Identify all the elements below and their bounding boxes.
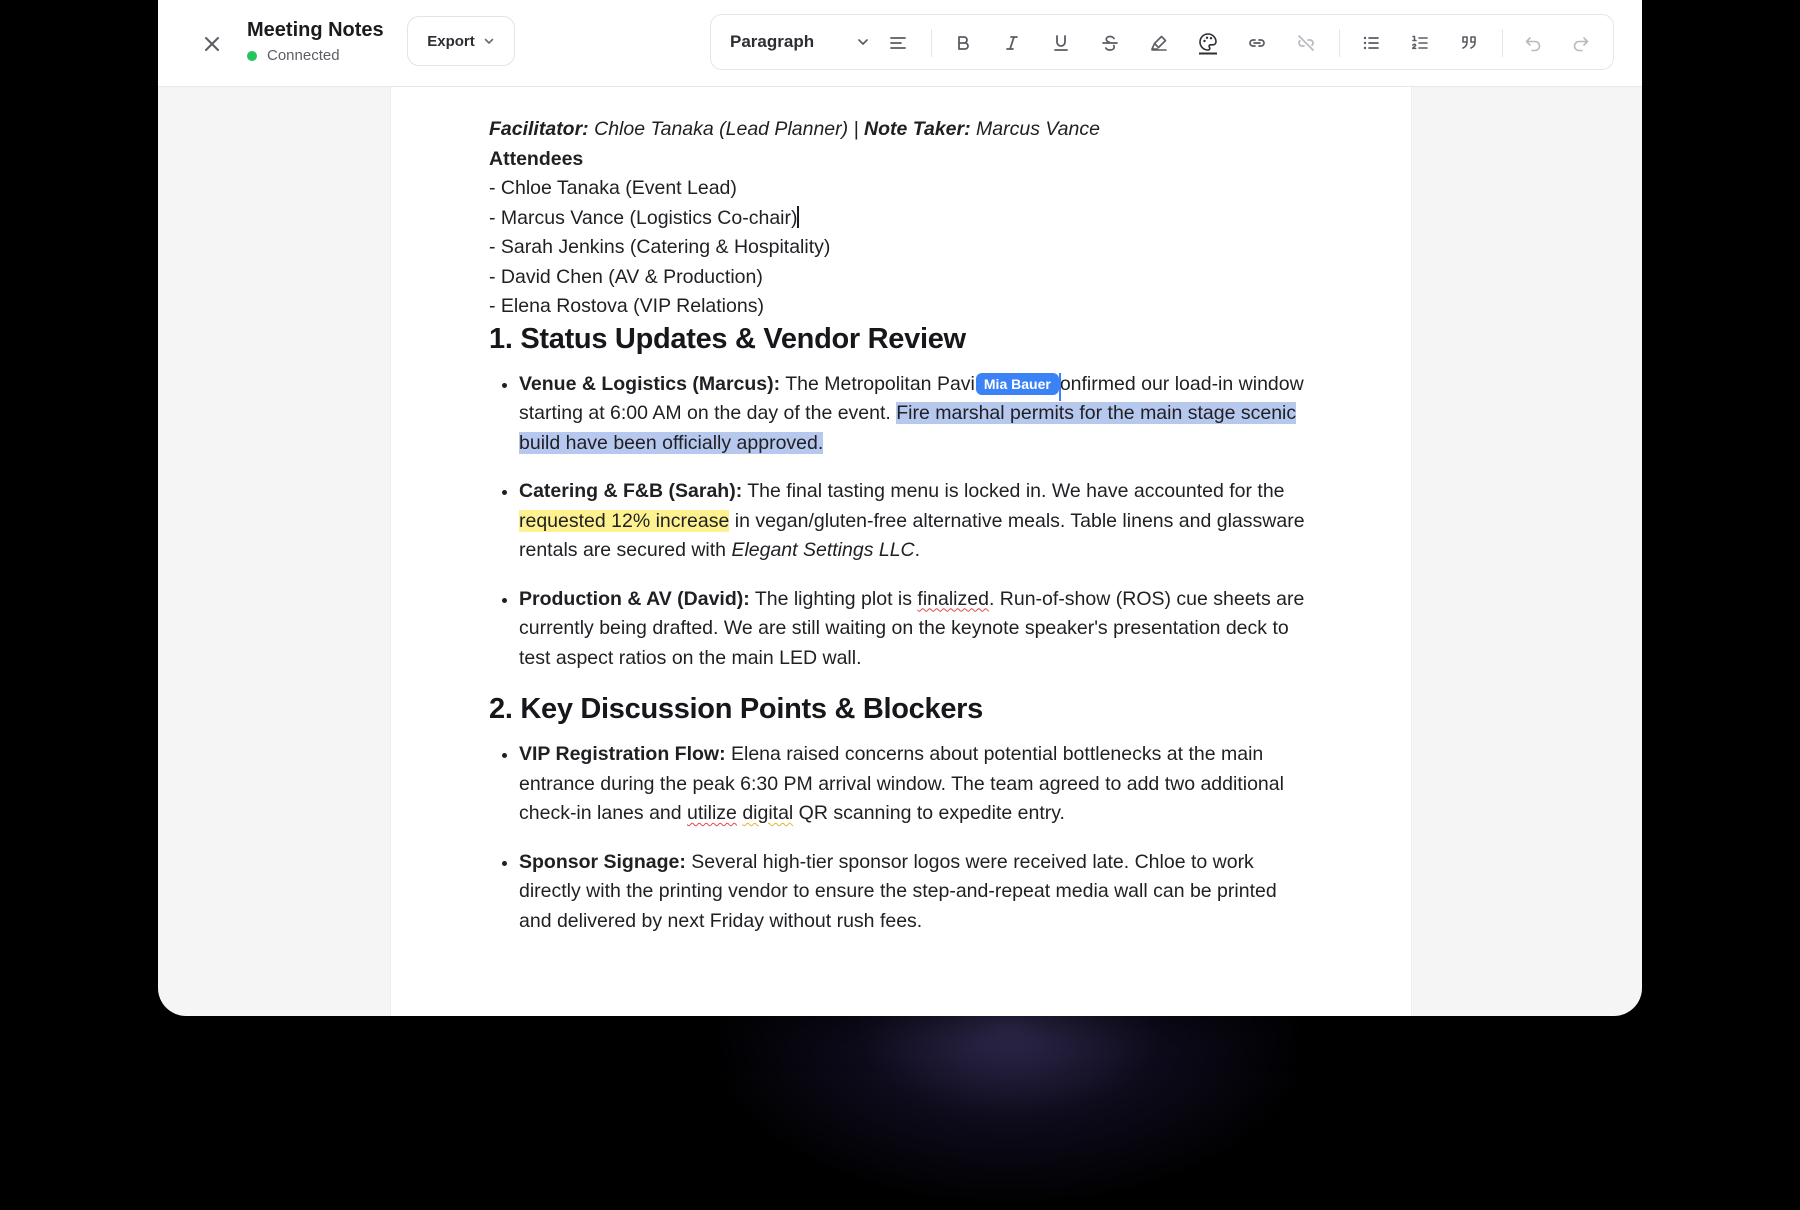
formatting-toolbar: Paragraph (710, 14, 1614, 70)
status-text: Connected (267, 47, 340, 64)
toolbar-divider (931, 29, 932, 57)
document-page: Facilitator: Chloe Tanaka (Lead Planner)… (390, 87, 1412, 1016)
highlighter-icon (1149, 33, 1169, 53)
list-item: Production & AV (David): The lighting pl… (519, 585, 1309, 674)
header-bar: Meeting Notes Connected Export Paragraph (158, 0, 1642, 87)
toolbar-divider (1502, 29, 1503, 57)
title-block: Meeting Notes Connected (247, 19, 384, 64)
strikethrough-icon (1100, 33, 1120, 53)
note-taker-label: Note Taker: (864, 118, 971, 140)
discussion-points-list: VIP Registration Flow: Elena raised conc… (489, 740, 1309, 936)
item-label: Venue & Logistics (Marcus): (519, 372, 781, 395)
attendee-line: - David Chen (AV & Production) (489, 265, 763, 288)
align-button[interactable] (881, 26, 915, 60)
attendee-line: - Sarah Jenkins (Catering & Hospitality) (489, 236, 831, 258)
underline-button[interactable] (1044, 26, 1078, 60)
item-text: The final tasting menu is locked in. We … (742, 480, 1285, 502)
chevron-down-icon (483, 35, 495, 47)
bold-button[interactable] (946, 26, 980, 60)
highlighted-text: requested 12% increase (519, 509, 730, 532)
attendee-line: - Chloe Tanaka (Event Lead) (489, 177, 737, 199)
bullet-list-icon (1361, 33, 1381, 53)
item-label: VIP Registration Flow: (519, 743, 726, 765)
spelling-error[interactable]: utilize (687, 802, 737, 824)
list-item: Catering & F&B (Sarah): The final tastin… (519, 477, 1309, 566)
facilitator-line: Facilitator: Chloe Tanaka (Lead Planner)… (489, 115, 1309, 145)
document-title: Meeting Notes (247, 19, 384, 41)
italic-icon (1002, 33, 1022, 53)
section-heading: 1. Status Updates & Vendor Review (489, 322, 966, 355)
underline-icon (1051, 33, 1071, 53)
item-label: Sponsor Signage: (519, 850, 686, 873)
export-label: Export (427, 32, 475, 50)
vendor-name: Elegant Settings LLC (731, 539, 915, 561)
bold-icon (953, 33, 973, 53)
chevron-down-icon (856, 35, 870, 49)
item-text: . (914, 539, 921, 561)
editor-window: Meeting Notes Connected Export Paragraph (158, 0, 1642, 1016)
list-item: Sponsor Signage: Several high-tier spons… (519, 848, 1309, 937)
toolbar-divider (1339, 29, 1340, 57)
facilitator-label: Facilitator: (489, 118, 589, 140)
redo-button[interactable] (1564, 26, 1598, 60)
item-label: Production & AV (David): (519, 587, 750, 610)
italic-button[interactable] (995, 26, 1029, 60)
strikethrough-button[interactable] (1093, 26, 1127, 60)
undo-button[interactable] (1516, 26, 1550, 60)
collaborator-cursor: Mia Bauer (975, 372, 1061, 401)
unlink-button[interactable] (1289, 26, 1323, 60)
list-item: Venue & Logistics (Marcus): The Metropol… (519, 370, 1309, 459)
item-text: The Metropolitan Pavi (780, 372, 975, 395)
status-updates-list: Venue & Logistics (Marcus): The Metropol… (489, 370, 1309, 674)
note-taker-text: Marcus Vance (970, 118, 1100, 140)
link-icon (1247, 33, 1267, 53)
align-left-icon (888, 33, 908, 53)
blockquote-button[interactable] (1452, 26, 1486, 60)
block-type-label: Paragraph (730, 32, 815, 51)
attendee-line: - Elena Rostova (VIP Relations) (489, 295, 764, 317)
status-dot-icon (247, 50, 257, 61)
grammar-suggestion[interactable]: digital (742, 802, 793, 824)
item-text: The lighting plot is (749, 587, 918, 610)
block-type-select[interactable]: Paragraph (730, 15, 870, 69)
text-cursor (797, 205, 799, 228)
ordered-list-icon (1410, 33, 1430, 53)
highlight-button[interactable] (1142, 26, 1176, 60)
palette-icon (1197, 31, 1219, 55)
link-button[interactable] (1240, 26, 1274, 60)
unlink-icon (1296, 33, 1316, 53)
export-button[interactable]: Export (407, 16, 515, 66)
facilitator-text: Chloe Tanaka (Lead Planner) | (588, 118, 865, 140)
attendee-text: - Marcus Vance (Logistics Co-chair) (489, 206, 798, 229)
ordered-list-button[interactable] (1403, 26, 1437, 60)
item-label: Catering & F&B (Sarah): (519, 480, 743, 502)
attendee-line: - Marcus Vance (Logistics Co-chair) (489, 204, 1309, 234)
connection-status: Connected (247, 47, 384, 64)
item-text: QR scanning to expedite entry. (793, 802, 1065, 824)
section-heading: 2. Key Discussion Points & Blockers (489, 693, 983, 725)
close-button[interactable] (194, 26, 230, 62)
quote-icon (1459, 33, 1479, 53)
close-icon (202, 34, 222, 54)
document-body[interactable]: Facilitator: Chloe Tanaka (Lead Planner)… (489, 115, 1309, 955)
list-item: VIP Registration Flow: Elena raised conc… (519, 740, 1309, 829)
redo-icon (1571, 33, 1591, 53)
text-color-button[interactable] (1191, 26, 1225, 60)
undo-icon (1523, 33, 1543, 53)
attendees-heading: Attendees (489, 147, 584, 170)
spelling-error[interactable]: finalized (917, 588, 989, 610)
bullet-list-button[interactable] (1354, 26, 1388, 60)
